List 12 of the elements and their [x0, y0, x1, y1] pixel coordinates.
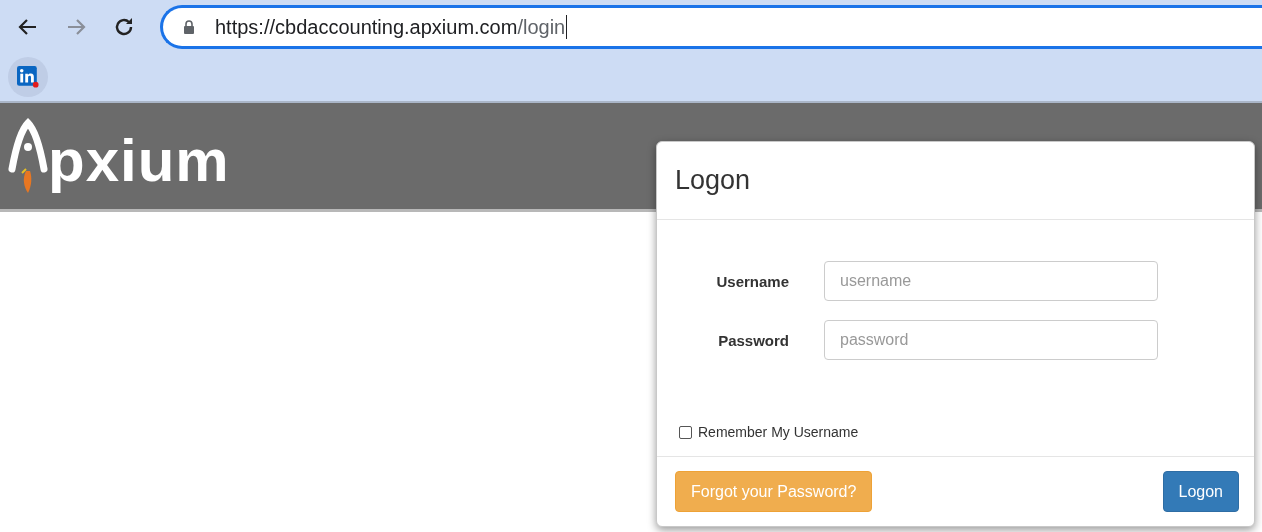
dialog-title: Logon	[675, 165, 751, 196]
input-field[interactable]: username	[824, 261, 1158, 301]
field-label: Username	[715, 272, 789, 290]
logo-text: pxium	[48, 126, 230, 196]
logon-button[interactable]: Logon	[1162, 471, 1239, 512]
checkbox-label: Remember My Username	[698, 424, 859, 440]
input-field[interactable]: password	[824, 320, 1158, 360]
field-label: Password	[717, 331, 789, 349]
bookmark-icon[interactable]	[8, 57, 48, 97]
lock-icon	[183, 20, 195, 34]
address-bar[interactable]: https://cbdaccounting.apxium.com/login	[160, 5, 1262, 49]
checkbox[interactable]	[679, 425, 692, 439]
